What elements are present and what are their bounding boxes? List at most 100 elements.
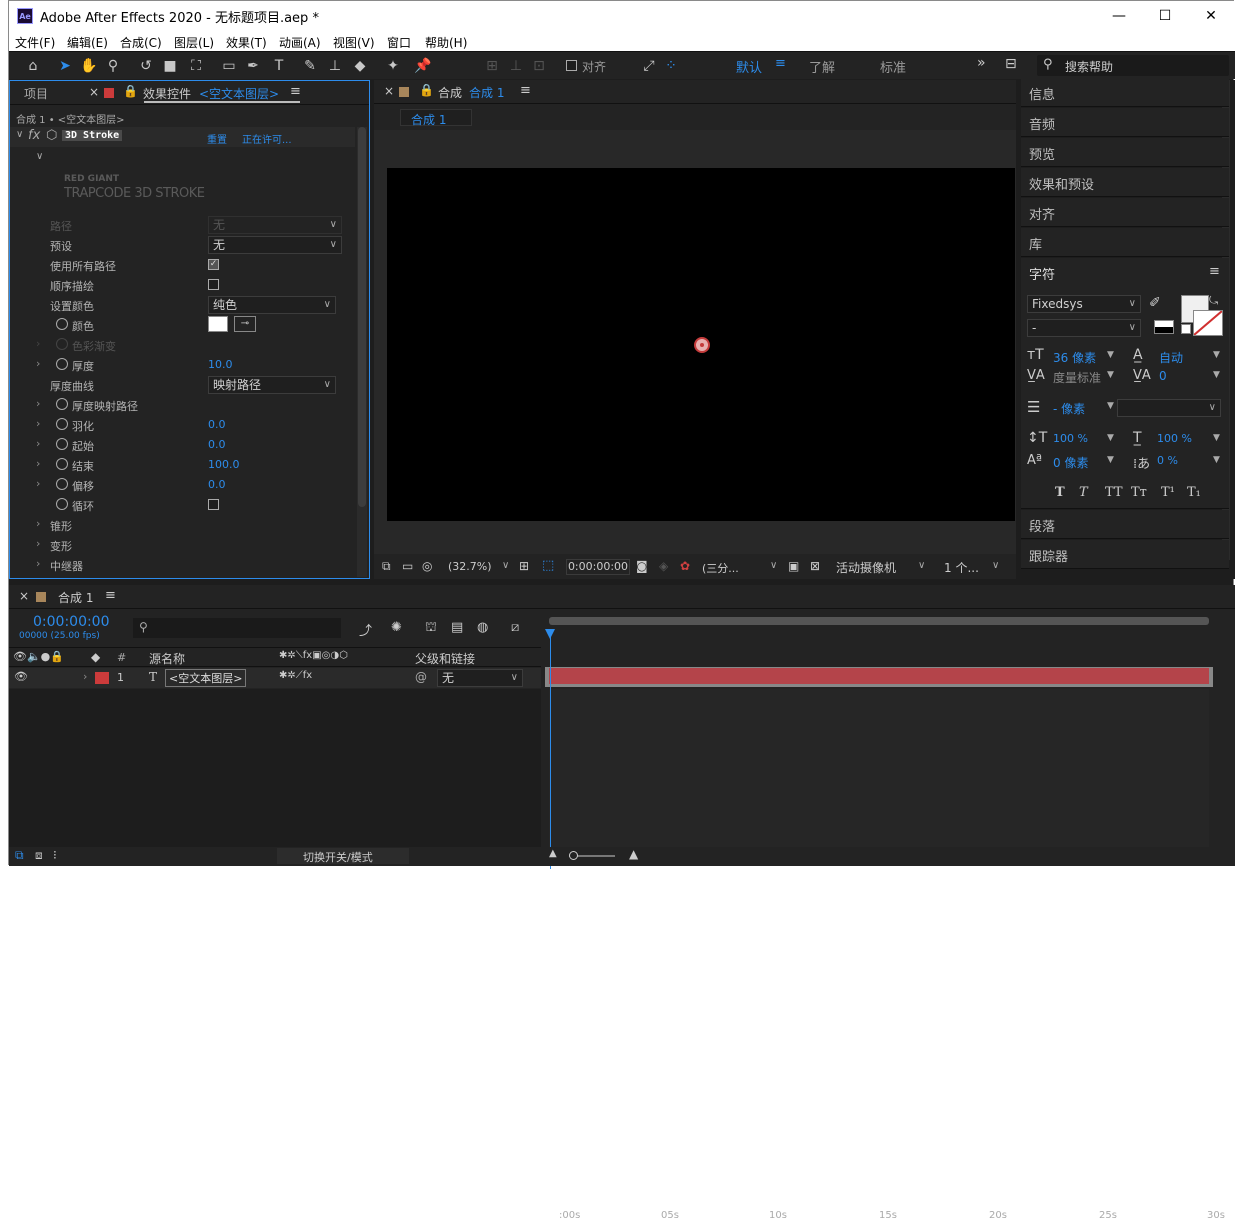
- baseline-shift-value[interactable]: 0 像素: [1053, 454, 1088, 471]
- shy-layers-icon[interactable]: ⛫: [425, 620, 437, 637]
- stroke-width-value[interactable]: - 像素: [1053, 400, 1085, 417]
- menu-edit[interactable]: 编辑(E): [67, 34, 108, 51]
- color-swatch[interactable]: [208, 316, 228, 332]
- hand-tool-icon[interactable]: ✋: [79, 56, 99, 76]
- no-stroke-icon[interactable]: [1181, 324, 1191, 334]
- offset-value[interactable]: 0.0: [208, 478, 226, 491]
- channel-icon[interactable]: ✿: [680, 559, 690, 573]
- menu-window[interactable]: 窗口: [387, 34, 411, 51]
- timeline-search-input[interactable]: ⚲: [133, 618, 341, 638]
- no-fill-icon[interactable]: [1154, 320, 1174, 334]
- workspace-menu-icon[interactable]: ≡: [775, 56, 786, 71]
- pen-tool-icon[interactable]: ✒: [243, 56, 263, 76]
- expand-chevron-icon[interactable]: ›: [36, 437, 40, 450]
- parent-dropdown[interactable]: 无 ∨: [437, 669, 523, 687]
- start-value[interactable]: 0.0: [208, 438, 226, 451]
- panel-menu-icon[interactable]: ≡: [290, 84, 301, 99]
- effect-license-link[interactable]: 正在许可...: [242, 131, 292, 146]
- effect-expand-chevron-icon[interactable]: ∨: [16, 129, 23, 140]
- roto-brush-tool-icon[interactable]: ✦: [383, 56, 403, 76]
- snapshot-icon[interactable]: ◙: [636, 559, 648, 573]
- eye-icon[interactable]: 👁: [14, 670, 28, 683]
- motion-blur-icon[interactable]: ◍: [477, 620, 488, 635]
- anchor-point-icon[interactable]: [694, 337, 710, 353]
- stopwatch-icon[interactable]: [56, 398, 68, 410]
- layer-label-color[interactable]: [95, 672, 109, 684]
- fast-preview-icon[interactable]: ▣: [788, 559, 799, 573]
- rectangle-tool-icon[interactable]: ▭: [219, 56, 239, 76]
- menu-help[interactable]: 帮助(H): [425, 34, 467, 51]
- draft-3d-icon[interactable]: ⤴: [359, 620, 372, 639]
- menu-file[interactable]: 文件(F): [15, 34, 55, 51]
- expand-chevron-icon[interactable]: ›: [83, 670, 87, 683]
- panel-audio[interactable]: 音频: [1021, 108, 1229, 137]
- transfer-controls-icon[interactable]: ⧈: [35, 848, 43, 863]
- expand-chevron-icon[interactable]: ›: [36, 357, 40, 370]
- close-tab-icon[interactable]: ×: [89, 85, 99, 99]
- vertical-scale-value[interactable]: 100 %: [1053, 432, 1088, 445]
- brush-tool-icon[interactable]: ✎: [300, 56, 320, 76]
- panel-library[interactable]: 库: [1021, 228, 1229, 257]
- effect-panel-scrollbar[interactable]: [357, 127, 367, 577]
- stopwatch-icon[interactable]: [56, 458, 68, 470]
- sync-settings-icon[interactable]: ⊟: [1005, 56, 1017, 72]
- camera-tool-icon[interactable]: ■: [160, 56, 180, 76]
- toggle-switches-modes-button[interactable]: 切换开关/模式: [277, 848, 409, 864]
- av-features-icon[interactable]: 👁🔈●🔒: [13, 650, 64, 663]
- layer-duration-bar[interactable]: [549, 668, 1209, 684]
- rotate-tool-icon[interactable]: ↺: [136, 56, 156, 76]
- snap-icon[interactable]: ⤢: [639, 56, 659, 76]
- stopwatch-icon[interactable]: [56, 318, 68, 330]
- view-axis-icon[interactable]: ⊡: [529, 56, 549, 76]
- path-dropdown[interactable]: 无 ∨: [208, 216, 342, 234]
- eyedropper-icon[interactable]: ⊸: [234, 316, 256, 332]
- stopwatch-icon[interactable]: [56, 438, 68, 450]
- maximize-button[interactable]: ☐: [1142, 1, 1188, 31]
- horizontal-scale-chevron-icon[interactable]: ▼: [1213, 433, 1220, 443]
- vertical-scale-chevron-icon[interactable]: ▼: [1107, 433, 1114, 443]
- expand-chevron-icon[interactable]: ›: [36, 457, 40, 470]
- show-snapshot-icon[interactable]: ◈: [659, 559, 668, 573]
- world-axis-icon[interactable]: ⊥: [506, 56, 526, 76]
- stopwatch-icon[interactable]: [56, 418, 68, 430]
- expand-chevron-icon[interactable]: ›: [36, 397, 40, 410]
- swap-colors-icon[interactable]: ⤿: [1209, 294, 1218, 308]
- thickness-curve-dropdown[interactable]: 映射路径 ∨: [208, 376, 336, 394]
- pan-behind-tool-icon[interactable]: ⛶: [186, 56, 206, 76]
- label-icon[interactable]: ◆: [91, 650, 100, 664]
- expand-chevron-icon[interactable]: ›: [36, 417, 40, 430]
- fx-icon[interactable]: fx: [28, 128, 40, 143]
- eyedropper-icon[interactable]: ✐: [1149, 295, 1161, 311]
- snap-options-icon[interactable]: ⁘: [661, 56, 681, 76]
- sequential-checkbox[interactable]: [208, 279, 219, 290]
- tab-effect-layer-name[interactable]: <空文本图层>: [199, 85, 279, 102]
- camera-chevron-icon[interactable]: ∨: [918, 560, 925, 571]
- column-source-name[interactable]: 源名称: [149, 650, 185, 667]
- lock-icon[interactable]: 🔒: [419, 83, 434, 97]
- comp-flowchart-icon[interactable]: ✺: [391, 620, 402, 635]
- transparency-grid-icon[interactable]: ⊠: [810, 559, 820, 573]
- effect-name[interactable]: 3D Stroke: [62, 130, 123, 141]
- comp-tab-name[interactable]: 合成 1: [469, 84, 504, 101]
- minimize-button[interactable]: —: [1096, 1, 1142, 31]
- frame-blending-icon[interactable]: ▤: [451, 620, 463, 635]
- layer-switches[interactable]: ✱✲⟋fx: [279, 670, 312, 681]
- mask-visibility-icon[interactable]: ◎: [422, 559, 432, 573]
- timeline-timecode[interactable]: 0:00:00:00: [33, 614, 110, 630]
- expand-chevron-icon[interactable]: ›: [36, 517, 40, 530]
- grid-icon[interactable]: ⊞: [519, 559, 529, 573]
- panel-effects-presets[interactable]: 效果和预设: [1021, 168, 1229, 197]
- end-value[interactable]: 100.0: [208, 458, 240, 471]
- workspace-default[interactable]: 默认: [736, 57, 762, 76]
- workspace-learn[interactable]: 了解: [809, 57, 835, 76]
- local-axis-icon[interactable]: ⊞: [482, 56, 502, 76]
- set-color-dropdown[interactable]: 纯色 ∨: [208, 296, 336, 314]
- panel-align[interactable]: 对齐: [1021, 198, 1229, 227]
- resolution-chevron-icon[interactable]: ∨: [770, 560, 777, 571]
- work-area-bar[interactable]: [549, 617, 1209, 625]
- graph-editor-icon[interactable]: ⧄: [511, 620, 519, 635]
- preset-dropdown[interactable]: 无 ∨: [208, 236, 342, 254]
- zoom-dropdown[interactable]: (32.7%): [448, 560, 492, 573]
- menu-animation[interactable]: 动画(A): [279, 34, 321, 51]
- playhead-line[interactable]: [550, 629, 551, 869]
